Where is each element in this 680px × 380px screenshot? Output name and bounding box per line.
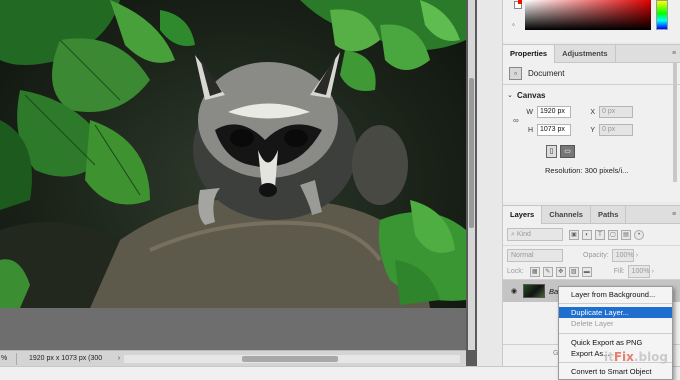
opacity-input[interactable]: 100% [611,248,634,262]
chevron-down-icon[interactable]: ⌄ [507,91,517,99]
height-input[interactable]: 1073 px [537,124,571,136]
lock-all-icon[interactable]: ▬ [581,266,592,277]
shape-filter-icon[interactable]: ▢ [608,229,618,240]
tab-layers[interactable]: Layers [503,206,543,224]
menu-separator [559,332,672,334]
y-label: Y [590,126,595,134]
layer-filter-row: ⌕ Kind ▣ ◐ T ▢ ▤ • [503,224,680,246]
menu-item-quick-export-as-png[interactable]: Quick Export as PNG [559,337,672,348]
width-input[interactable]: 1920 px [537,106,571,118]
status-bar: % 1920 px x 1073 px (300 ppi) › [0,350,466,374]
properties-panel: Properties Adjustments ≡ ▫ Document ⌄ Ca… [503,44,680,202]
document-row: ▫ Document [503,63,680,85]
layer-context-menu: Layer from Background... Duplicate Layer.… [558,286,673,380]
menu-item-layer-from-background[interactable]: Layer from Background... [559,289,672,300]
gamut-warning-icon [518,0,522,4]
document-icon: ▫ [509,67,522,80]
layer-thumbnail[interactable] [523,284,545,298]
lock-artboard-icon[interactable]: ▧ [568,266,579,277]
zoom-level[interactable]: % [0,355,16,362]
y-input[interactable]: 0 px [599,124,633,136]
type-filter-icon[interactable]: T [595,229,605,240]
width-field-row: W 1920 px [523,105,571,119]
watermark-part-3: .blog [633,350,669,364]
y-field-row: Y 0 px [585,123,633,137]
panel-icon-column [477,0,503,366]
photo-illustration [0,0,466,308]
panel-menu-icon[interactable]: ≡ [668,45,680,62]
kind-filter-label: Kind [516,231,531,238]
link-icon[interactable]: ∞ [513,116,519,125]
pixel-filter-icon[interactable]: ▣ [569,229,579,240]
properties-tabbar: Properties Adjustments ≡ [503,45,680,63]
lock-label: Lock: [507,268,524,275]
pasteboard [0,308,466,350]
lock-pixels-icon[interactable]: ✎ [542,266,553,277]
menu-item-duplicate-layer[interactable]: Duplicate Layer... [559,307,672,319]
fill-label: Fill: [613,268,625,275]
opacity-dropdown-icon[interactable]: › [636,252,638,259]
color-target-icon: ◦ [512,20,515,29]
portrait-orientation-icon[interactable]: ▯ [546,145,557,158]
lock-transparent-icon[interactable]: ▦ [529,266,540,277]
resolution-text: Resolution: 300 pixels/i... [545,166,629,175]
blend-mode-select[interactable]: Normal [507,248,563,262]
vertical-scroll-thumb[interactable] [469,78,474,228]
lock-position-icon[interactable]: ✥ [555,266,566,277]
properties-scrollbar[interactable] [673,62,677,182]
lock-row: Lock: ▦ ✎ ✥ ▧ ▬ Fill: 100% › [503,264,680,280]
site-watermark: itFix.blog [604,350,668,364]
canvas-section-title: Canvas [517,90,546,100]
height-field-row: H 1073 px [523,123,571,137]
tab-channels[interactable]: Channels [542,206,591,224]
document-size-info: 1920 px x 1073 px (300 ppi) [16,352,114,374]
color-panel: ◦ [503,0,680,42]
hue-slider[interactable] [656,0,668,30]
raccoon-photo[interactable] [0,0,466,308]
layer-name[interactable]: Ba [549,287,558,296]
eye-icon[interactable]: ◉ [507,287,521,295]
fill-dropdown-icon[interactable]: › [652,268,654,275]
opacity-label: Opacity: [583,251,609,259]
document-canvas-area[interactable] [0,0,466,350]
tab-adjustments[interactable]: Adjustments [555,45,616,63]
status-menu-arrow-icon[interactable]: › [114,355,124,362]
adjustment-filter-icon[interactable]: ◐ [582,229,592,240]
document-label: Document [528,69,565,78]
menu-item-convert-to-smart-object[interactable]: Convert to Smart Object [559,366,672,377]
menu-item-delete-layer: Delete Layer [571,319,614,329]
watermark-part-2: Fix [613,350,634,364]
height-label: H [527,126,533,134]
smart-object-filter-icon[interactable]: ▤ [621,229,631,240]
canvas-section-header[interactable]: ⌄ Canvas [503,85,680,105]
landscape-orientation-icon[interactable]: ▭ [560,145,575,158]
tab-paths[interactable]: Paths [591,206,627,224]
horizontal-scrollbar[interactable] [124,354,460,363]
x-field-row: X 0 px [585,105,633,119]
kind-filter-select[interactable]: ⌕ Kind [507,228,563,241]
fill-input[interactable]: 100% [627,265,650,278]
horizontal-scroll-thumb[interactable] [242,355,338,362]
filter-toggle-icon[interactable]: • [634,229,644,240]
x-input[interactable]: 0 px [599,106,633,118]
menu-separator [559,303,672,305]
tab-properties[interactable]: Properties [503,45,556,63]
x-label: X [590,108,595,116]
watermark-part-1: it [604,350,614,364]
color-field[interactable] [525,0,651,30]
width-label: W [526,108,533,116]
layers-tabbar: Layers Channels Paths ≡ [503,206,680,224]
blend-row: Normal Opacity: 100% › [503,246,680,264]
layers-panel-menu-icon[interactable]: ≡ [668,206,680,223]
